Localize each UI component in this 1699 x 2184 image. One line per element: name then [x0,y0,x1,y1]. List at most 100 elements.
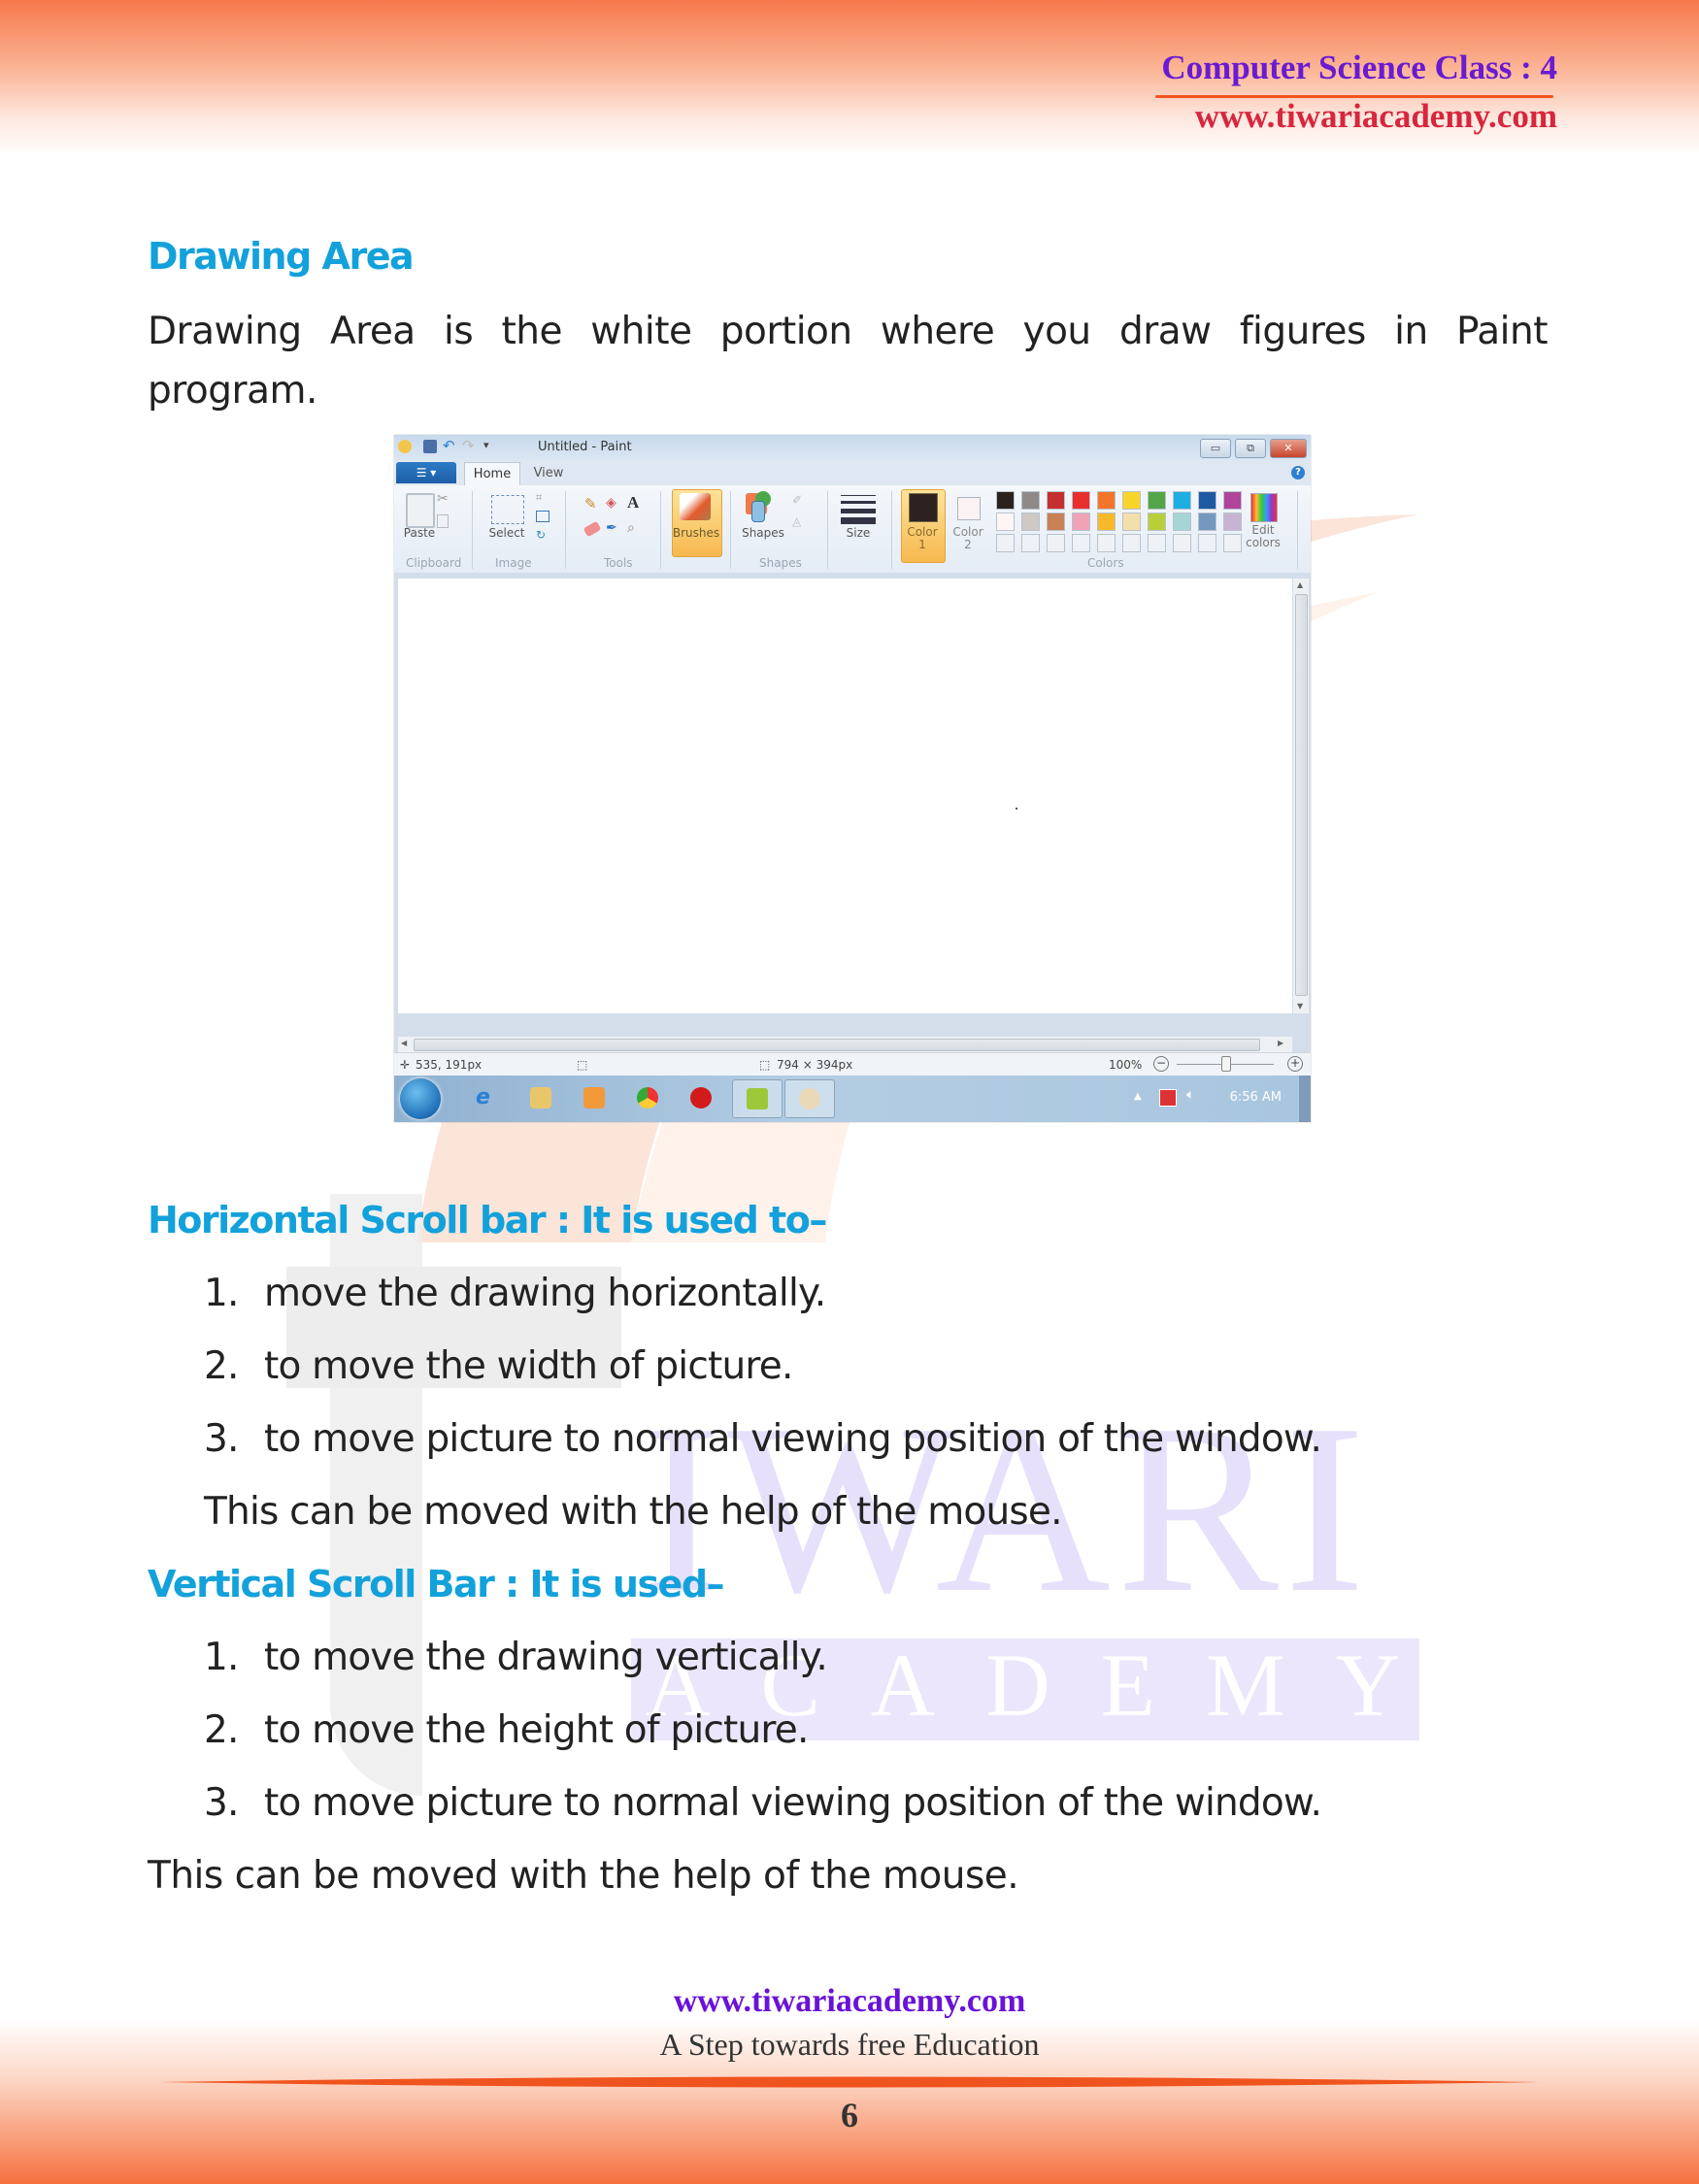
restore-button[interactable]: ⧉ [1235,439,1266,458]
drawing-canvas[interactable] [398,579,1292,1013]
size-label[interactable]: Size [839,526,878,540]
palette-swatch[interactable] [1047,513,1065,531]
outline-icon[interactable]: ✐ [792,493,802,507]
palette-swatch-empty[interactable] [1198,534,1216,552]
vertical-scrollbar[interactable]: ▲ ▼ [1293,579,1309,1013]
footer-url[interactable]: www.tiwariacademy.com [0,1983,1699,2020]
section-heading-vertical-scroll-bar: Vertical Scroll Bar : It is used– [148,1563,725,1605]
palette-swatch-empty[interactable] [1148,534,1166,552]
color-picker-icon[interactable]: ✒ [606,520,617,536]
palette-swatch[interactable] [1122,491,1141,510]
file-explorer-icon[interactable] [530,1087,551,1109]
palette-swatch-empty[interactable] [1173,534,1191,552]
text-tool-icon[interactable]: A [627,493,639,513]
show-desktop-button[interactable] [1299,1075,1311,1122]
palette-swatch[interactable] [1198,513,1216,531]
edit-colors-icon[interactable] [1250,493,1278,522]
cursor-position: 535, 191px [416,1058,483,1072]
fill-icon[interactable]: ◈ [606,495,616,511]
chrome-icon[interactable] [637,1087,658,1109]
close-button[interactable]: ✕ [1270,439,1307,458]
palette-swatch[interactable] [996,491,1015,510]
tab-home[interactable]: Home [464,462,520,486]
palette-swatch[interactable] [1072,513,1090,531]
zoom-in-button[interactable]: + [1287,1056,1303,1072]
select-label[interactable]: Select [485,526,528,540]
palette-swatch[interactable] [1021,491,1040,510]
volume-icon[interactable]: 🔈︎ [1186,1087,1194,1103]
palette-swatch[interactable] [1097,491,1116,510]
palette-swatch[interactable] [1148,513,1166,531]
palette-swatch[interactable] [1223,491,1242,510]
vertical-scroll-thumb[interactable] [1295,594,1308,996]
rotate-icon[interactable]: ↻ [536,528,546,542]
opera-icon[interactable] [690,1087,712,1109]
pencil-icon[interactable]: ✎ [584,495,597,513]
palette-swatch[interactable] [1148,491,1166,510]
zoom-out-button[interactable]: − [1153,1056,1169,1072]
color2-label[interactable]: Color 2 [948,526,988,551]
horizontal-scrollbar[interactable]: ◀ ▶ [398,1037,1292,1052]
help-icon[interactable]: ? [1291,466,1305,480]
network-icon[interactable] [1159,1089,1177,1107]
palette-swatch-empty[interactable] [1223,534,1242,552]
paste-label[interactable]: Paste [400,526,439,540]
start-orb-icon[interactable] [400,1078,441,1119]
edit-colors-label[interactable]: Edit colors [1241,524,1285,549]
redo-icon[interactable]: ↷ [462,439,476,453]
color2-swatch[interactable] [957,497,981,520]
palette-swatch-empty[interactable] [996,534,1015,552]
paint-file-menu-button[interactable]: ☰ ▾ [396,462,456,483]
magnifier-icon[interactable]: ⌕ [627,520,635,536]
palette-swatch-empty[interactable] [1072,534,1090,552]
zoom-slider-thumb[interactable] [1221,1056,1231,1072]
show-hidden-icons-icon[interactable]: ▲ [1134,1091,1142,1102]
palette-swatch-empty[interactable] [1021,534,1040,552]
palette-swatch[interactable] [1122,513,1141,531]
palette-swatch-empty[interactable] [1122,534,1141,552]
size-icon[interactable] [841,495,876,524]
taskbar-paint-button[interactable] [784,1079,835,1118]
paint-app-icon [398,440,412,453]
eraser-icon[interactable] [583,520,602,538]
color1-label[interactable]: Color 1 [901,526,944,551]
scroll-left-arrow-icon[interactable]: ◀ [401,1039,407,1047]
palette-swatch[interactable] [996,513,1015,531]
section-heading-drawing-area: Drawing Area [148,235,415,278]
scroll-up-arrow-icon[interactable]: ▲ [1297,580,1303,589]
taskbar-clock[interactable]: 6:56 AM [1230,1090,1282,1105]
internet-explorer-icon[interactable]: e [476,1087,497,1109]
tab-view[interactable]: View [524,462,573,485]
scroll-down-arrow-icon[interactable]: ▼ [1297,1002,1303,1010]
media-player-icon[interactable] [583,1087,605,1109]
save-icon[interactable] [423,440,437,453]
undo-icon[interactable]: ↶ [443,439,456,453]
resize-icon[interactable] [536,511,550,522]
horizontal-note: This can be moved with the help of the m… [204,1490,1062,1534]
palette-swatch[interactable] [1072,491,1090,510]
palette-swatch[interactable] [1021,513,1040,531]
crop-icon[interactable]: ⌗ [536,491,542,505]
palette-swatch-empty[interactable] [1097,534,1116,552]
zoom-level: 100% [1109,1058,1143,1072]
palette-swatch[interactable] [1097,513,1116,531]
windows-taskbar: e ▲ 🔈︎ 6:56 AM [394,1075,1311,1122]
minimize-button[interactable]: ▭ [1200,439,1231,458]
palette-swatch[interactable] [1047,491,1065,510]
palette-swatch[interactable] [1173,491,1191,510]
fill-shape-icon[interactable]: ◬ [792,514,801,528]
paste-icon[interactable] [406,493,435,528]
shapes-label[interactable]: Shapes [736,526,790,540]
select-icon[interactable] [491,495,524,524]
palette-swatch[interactable] [1173,513,1191,531]
taskbar-app-button[interactable] [732,1079,783,1118]
palette-swatch[interactable] [1223,513,1242,531]
palette-swatch[interactable] [1198,491,1216,510]
palette-swatch-empty[interactable] [1047,534,1065,552]
customize-quick-access-icon[interactable]: ▾ [483,440,497,453]
brushes-label[interactable]: Brushes [668,526,724,540]
header-url[interactable]: www.tiwariacademy.com [1195,97,1557,136]
horizontal-scroll-thumb[interactable] [414,1039,1260,1051]
scroll-right-arrow-icon[interactable]: ▶ [1278,1039,1283,1047]
cut-icon[interactable]: ✂ [437,491,449,507]
